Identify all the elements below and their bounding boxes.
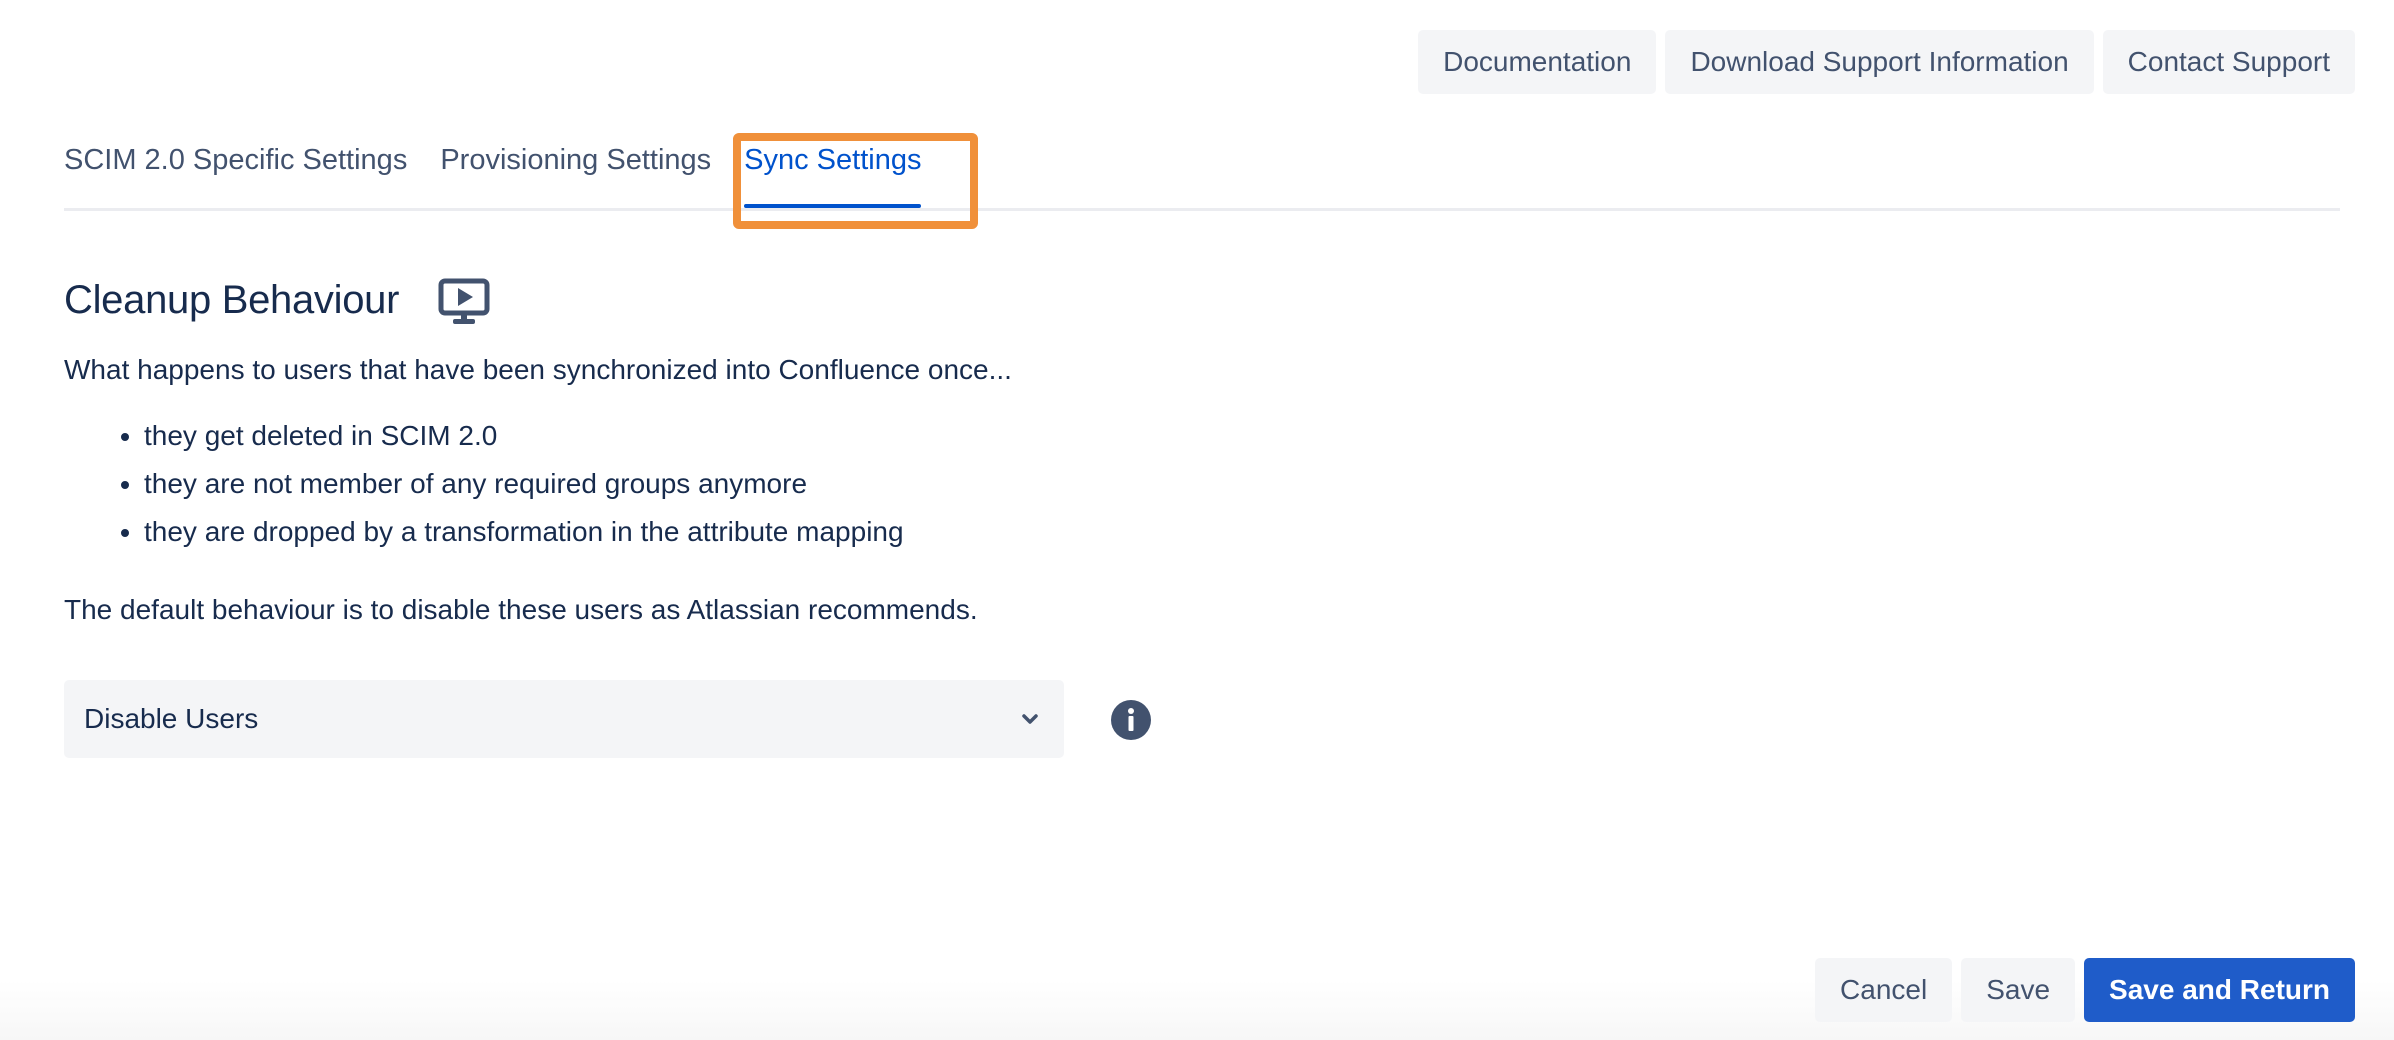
contact-support-button[interactable]: Contact Support — [2102, 30, 2355, 94]
video-tutorial-icon[interactable] — [438, 278, 490, 326]
cancel-button[interactable]: Cancel — [1815, 958, 1953, 1022]
save-and-return-button[interactable]: Save and Return — [2084, 958, 2355, 1022]
save-button[interactable]: Save — [1961, 958, 2076, 1022]
bottom-actions: Cancel Save Save and Return — [1815, 958, 2355, 1022]
top-actions: Documentation Download Support Informati… — [1418, 30, 2355, 94]
section-title: Cleanup Behaviour — [64, 278, 400, 322]
tab-scim-specific-settings[interactable]: SCIM 2.0 Specific Settings — [64, 140, 407, 208]
list-item: they are dropped by a transformation in … — [144, 512, 904, 560]
chevron-down-icon — [1022, 714, 1038, 724]
info-icon[interactable] — [1110, 699, 1152, 741]
sync-settings-page: Documentation Download Support Informati… — [0, 0, 2394, 1040]
default-behaviour-note: The default behaviour is to disable thes… — [64, 594, 978, 625]
list-item: they are not member of any required grou… — [144, 464, 904, 512]
tab-provisioning-settings[interactable]: Provisioning Settings — [440, 140, 711, 208]
cleanup-intro-text: What happens to users that have been syn… — [64, 354, 1012, 385]
tab-sync-settings[interactable]: Sync Settings — [744, 140, 922, 208]
list-item: they get deleted in SCIM 2.0 — [144, 416, 904, 464]
documentation-button[interactable]: Documentation — [1418, 30, 1657, 94]
select-value: Disable Users — [84, 703, 259, 734]
cleanup-behaviour-select[interactable]: Disable Users — [64, 680, 1064, 758]
settings-tabs: SCIM 2.0 Specific Settings Provisioning … — [64, 140, 2340, 211]
download-support-information-button[interactable]: Download Support Information — [1665, 30, 2094, 94]
cleanup-conditions-list: they get deleted in SCIM 2.0 they are no… — [64, 416, 904, 560]
